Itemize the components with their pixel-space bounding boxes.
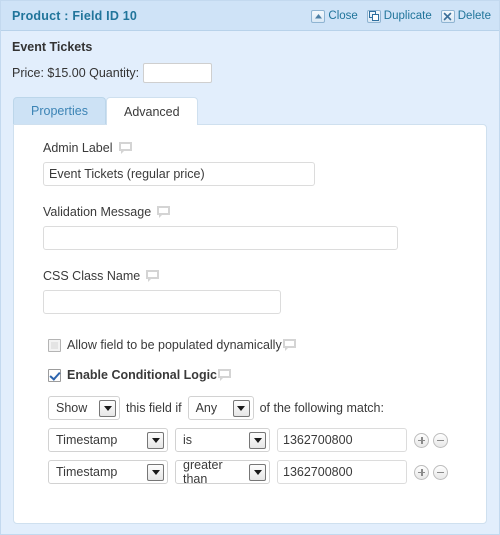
settings-tabs: Properties Advanced (13, 96, 499, 125)
validation-message-text: Validation Message (43, 205, 152, 219)
css-class-name-label: CSS Class Name (43, 269, 486, 283)
page-title: Product : Field ID 10 (12, 8, 138, 23)
conditional-action-value: Show (56, 401, 88, 415)
delete-button[interactable]: Delete (440, 9, 491, 23)
admin-label-text: Admin Label (43, 141, 113, 155)
tab-advanced-label: Advanced (123, 104, 180, 119)
copy-icon (366, 9, 381, 23)
chevron-down-icon (249, 431, 266, 449)
conditional-text-after: of the following match: (259, 401, 384, 415)
add-rule-button[interactable] (414, 464, 429, 480)
conditional-logic-summary: Show this field if Any of the following … (48, 396, 486, 420)
add-rule-button[interactable] (414, 432, 429, 448)
chevron-down-icon (99, 399, 116, 417)
remove-rule-button[interactable] (433, 432, 448, 448)
field-header: Product : Field ID 10 Close Duplicate De… (1, 1, 499, 31)
help-tooltip-icon[interactable] (118, 142, 132, 154)
conditional-logic-body: Show this field if Any of the following … (48, 396, 486, 486)
x-icon (440, 9, 455, 23)
tab-advanced[interactable]: Advanced (105, 97, 198, 125)
admin-label-label: Admin Label (43, 141, 486, 155)
advanced-panel: Admin Label Validation Message CSS Class… (13, 124, 487, 524)
css-class-name-text: CSS Class Name (43, 269, 141, 283)
delete-button-label: Delete (457, 10, 491, 22)
conditional-rule-row: Timestamp is (48, 428, 486, 452)
help-tooltip-icon[interactable] (282, 339, 296, 351)
rule-operator-select[interactable]: greater than (175, 458, 270, 486)
validation-message-label: Validation Message (43, 205, 486, 219)
conditional-match-select[interactable]: Any (187, 396, 254, 420)
rule-field-value: Timestamp (56, 465, 118, 479)
css-class-name-input[interactable] (43, 290, 281, 314)
product-preview: Event Tickets Price: $15.00 Quantity: (1, 31, 499, 83)
quantity-input[interactable] (143, 63, 213, 83)
rule-operator-select[interactable]: is (175, 428, 270, 452)
duplicate-button[interactable]: Duplicate (366, 9, 432, 23)
rule-operator-value: is (183, 433, 193, 447)
conditional-text-before: this field if (126, 401, 182, 415)
conditional-rule-row: Timestamp greater than (48, 458, 486, 486)
field-settings-box: Product : Field ID 10 Close Duplicate De… (0, 0, 500, 535)
tab-properties-label: Properties (31, 104, 88, 118)
conditional-match-value: Any (195, 401, 218, 415)
help-tooltip-icon[interactable] (157, 206, 171, 218)
populate-dynamically-row[interactable]: Allow field to be populated dynamically (48, 338, 486, 352)
chevron-down-icon (232, 399, 250, 417)
admin-label-input[interactable] (43, 162, 315, 186)
duplicate-button-label: Duplicate (383, 10, 432, 22)
help-tooltip-icon[interactable] (146, 270, 160, 282)
chevron-down-icon (147, 463, 164, 481)
close-button-label: Close (328, 10, 358, 22)
chevron-down-icon (147, 431, 164, 449)
tab-properties[interactable]: Properties (13, 97, 106, 124)
collapse-up-icon (311, 9, 326, 23)
header-actions: Close Duplicate Delete (311, 1, 491, 31)
chevron-down-icon (249, 463, 266, 481)
help-tooltip-icon[interactable] (218, 369, 231, 381)
close-button[interactable]: Close (311, 9, 358, 23)
rule-operator-value: greater than (183, 458, 223, 486)
conditional-logic-checkbox[interactable] (48, 368, 61, 382)
conditional-action-select[interactable]: Show (48, 396, 120, 420)
rule-field-select[interactable]: Timestamp (48, 460, 168, 484)
price-quantity-row: Price: $15.00 Quantity: (12, 63, 499, 83)
populate-dynamically-checkbox[interactable] (48, 338, 61, 352)
conditional-logic-label: Enable Conditional Logic (67, 368, 217, 382)
rule-value-input[interactable] (277, 460, 407, 484)
rule-field-select[interactable]: Timestamp (48, 428, 168, 452)
populate-dynamically-label: Allow field to be populated dynamically (67, 338, 282, 352)
product-name: Event Tickets (12, 40, 93, 54)
remove-rule-button[interactable] (433, 464, 448, 480)
rule-value-input[interactable] (277, 428, 407, 452)
conditional-logic-row[interactable]: Enable Conditional Logic (48, 368, 486, 382)
rule-field-value: Timestamp (56, 433, 118, 447)
validation-message-input[interactable] (43, 226, 398, 250)
price-label: Price: $15.00 Quantity: (12, 66, 140, 80)
